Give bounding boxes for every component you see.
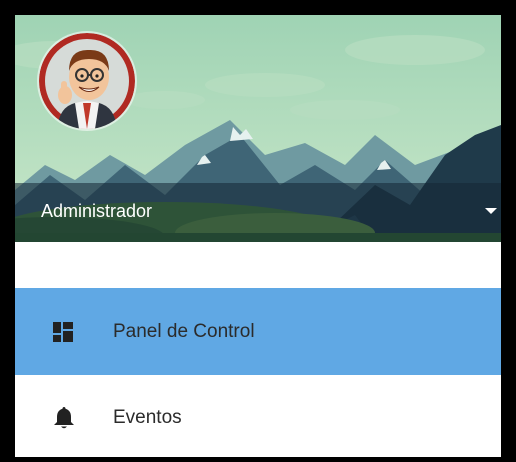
menu-item-label: Panel de Control [113,321,255,342]
user-name[interactable]: Administrador [41,201,152,222]
menu-item-eventos[interactable]: Eventos [15,375,501,457]
menu-item-label: Eventos [113,407,182,428]
sidebar: Administrador Panel de Control Eventos [15,15,501,457]
dashboard-icon [53,322,73,342]
menu-item-panel-de-control[interactable]: Panel de Control [15,288,501,375]
profile-header: Administrador [15,15,501,242]
avatar[interactable] [39,33,135,129]
bell-icon [54,407,74,429]
avatar-cartoon-man-icon [39,33,135,129]
caret-down-icon[interactable] [485,208,497,214]
screenshot-frame: Administrador Panel de Control Eventos [0,0,516,462]
